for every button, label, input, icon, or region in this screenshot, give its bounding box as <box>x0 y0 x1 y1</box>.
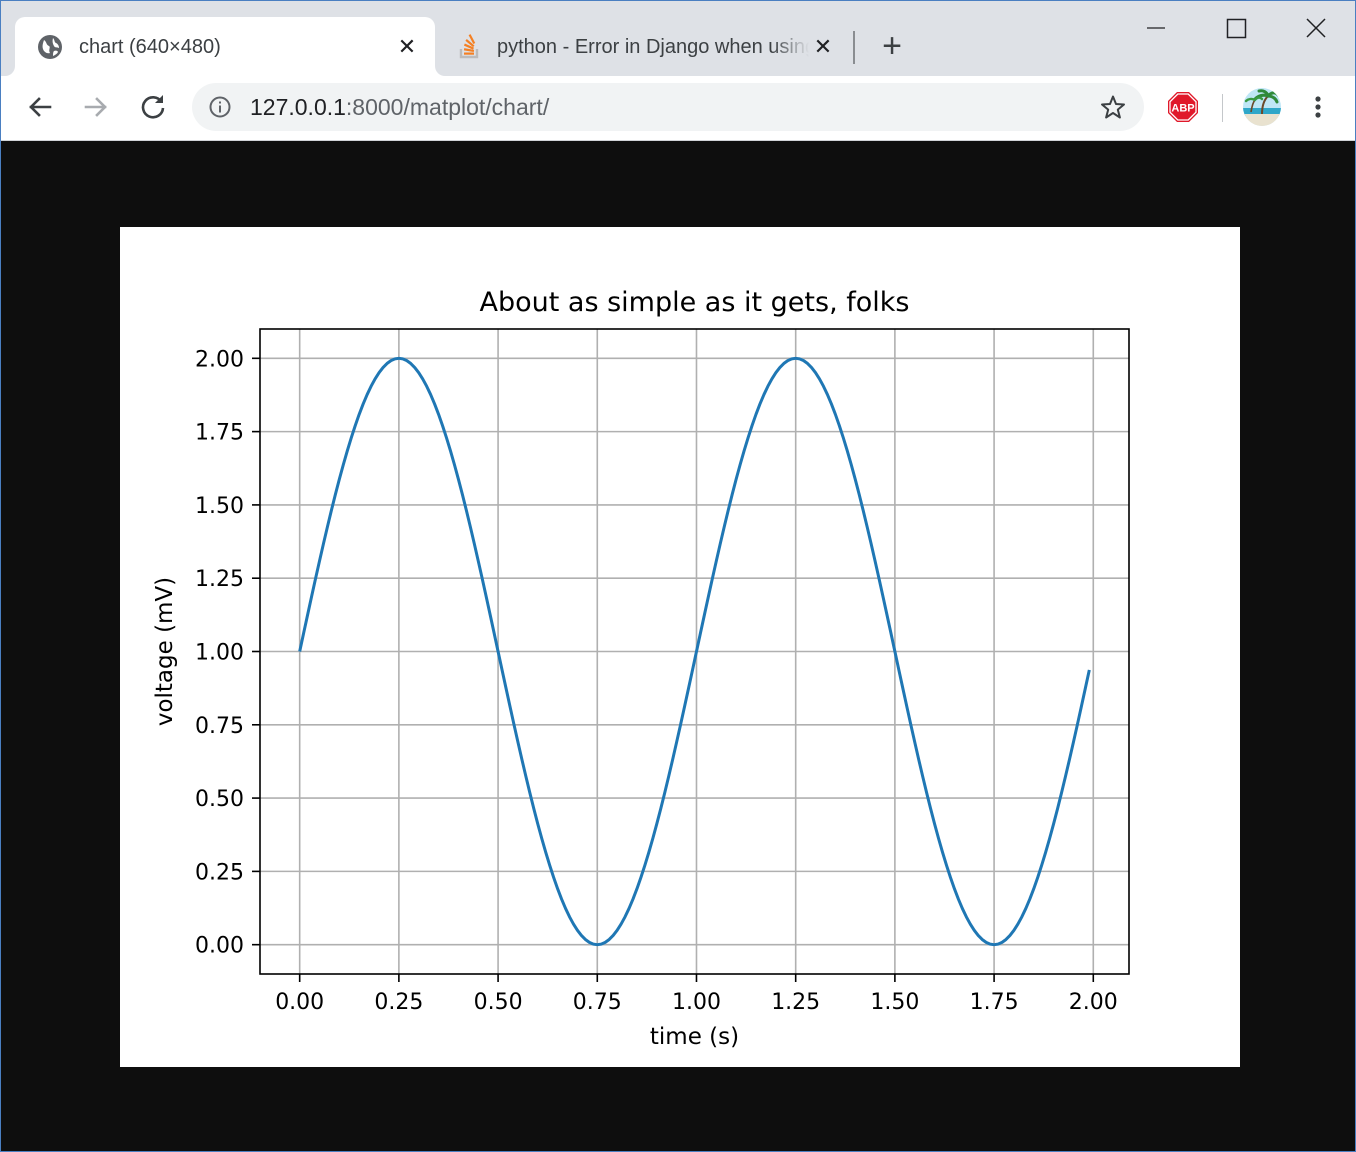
url-path: :8000/matplot/chart/ <box>345 94 550 120</box>
x-tick-label: 0.75 <box>573 990 622 1015</box>
x-tick-label: 0.25 <box>374 990 423 1015</box>
tab-separator <box>853 31 855 64</box>
y-tick-label: 1.50 <box>195 494 244 519</box>
y-tick-label: 2.00 <box>195 347 244 372</box>
x-tick-label: 1.75 <box>970 990 1019 1015</box>
x-axis-label: time (s) <box>650 1024 739 1050</box>
browser-toolbar: 127.0.0.1:8000/matplot/chart/ ABP <box>1 76 1355 141</box>
x-tick-label: 1.50 <box>870 990 919 1015</box>
more-menu-icon[interactable] <box>1303 91 1333 123</box>
new-tab-button[interactable]: + <box>877 29 907 63</box>
line-chart: 0.00 0.25 0.50 0.75 1.00 1.25 1.50 1.75 2.00 0.00… <box>152 287 1130 1050</box>
ticks: 0.00 0.25 0.50 0.75 1.00 1.25 1.50 1.75 2.00 0.00… <box>195 347 1118 1015</box>
y-tick-label: 1.25 <box>195 567 244 592</box>
x-tick-label: 1.25 <box>771 990 820 1015</box>
y-tick-label: 0.50 <box>195 787 244 812</box>
minimize-icon[interactable] <box>1117 1 1197 55</box>
x-tick-label: 1.00 <box>672 990 721 1015</box>
x-tick-label: 0.00 <box>275 990 324 1015</box>
forward-icon[interactable] <box>80 91 112 123</box>
tab-chart[interactable]: chart (640×480) ✕ <box>15 17 435 76</box>
grid <box>260 329 1129 974</box>
adblock-label: ABP <box>1171 103 1194 115</box>
tab-strip: chart (640×480) ✕ python - Error in Djan… <box>1 1 1356 76</box>
toolbar-separator <box>1222 94 1223 122</box>
address-bar[interactable]: 127.0.0.1:8000/matplot/chart/ <box>192 83 1144 131</box>
close-window-icon[interactable] <box>1277 1 1356 55</box>
tab-stackoverflow[interactable]: python - Error in Django when using matp… <box>443 17 843 76</box>
url-text: 127.0.0.1:8000/matplot/chart/ <box>250 94 549 120</box>
globe-icon <box>38 35 62 59</box>
y-tick-label: 1.75 <box>195 421 244 446</box>
y-tick-label: 0.00 <box>195 934 244 959</box>
maximize-icon[interactable] <box>1197 1 1277 55</box>
y-tick-label: 0.75 <box>195 714 244 739</box>
browser-window: chart (640×480) ✕ python - Error in Djan… <box>0 0 1356 1152</box>
close-tab-icon[interactable]: ✕ <box>395 35 419 59</box>
tab-title: python - Error in Django when using matp… <box>497 36 809 58</box>
y-axis-label: voltage (mV) <box>152 577 178 726</box>
close-tab-icon[interactable]: ✕ <box>811 35 835 59</box>
reload-icon[interactable] <box>137 91 169 123</box>
stackoverflow-icon <box>459 34 479 59</box>
url-host: 127.0.0.1 <box>250 94 346 120</box>
y-tick-label: 1.00 <box>195 641 244 666</box>
x-tick-label: 0.50 <box>474 990 523 1015</box>
chart-title: About as simple as it gets, folks <box>480 287 910 318</box>
profile-avatar[interactable] <box>1243 88 1281 126</box>
x-tick-label: 2.00 <box>1069 990 1118 1015</box>
tab-title: chart (640×480) <box>79 36 221 58</box>
back-icon[interactable] <box>24 91 56 123</box>
chart-image: 0.00 0.25 0.50 0.75 1.00 1.25 1.50 1.75 2.00 0.00… <box>120 227 1240 1067</box>
adblock-plus-icon[interactable]: ABP <box>1167 91 1199 123</box>
y-tick-label: 0.25 <box>195 860 244 885</box>
info-icon[interactable] <box>208 95 232 119</box>
bookmark-star-icon[interactable] <box>1100 94 1126 120</box>
